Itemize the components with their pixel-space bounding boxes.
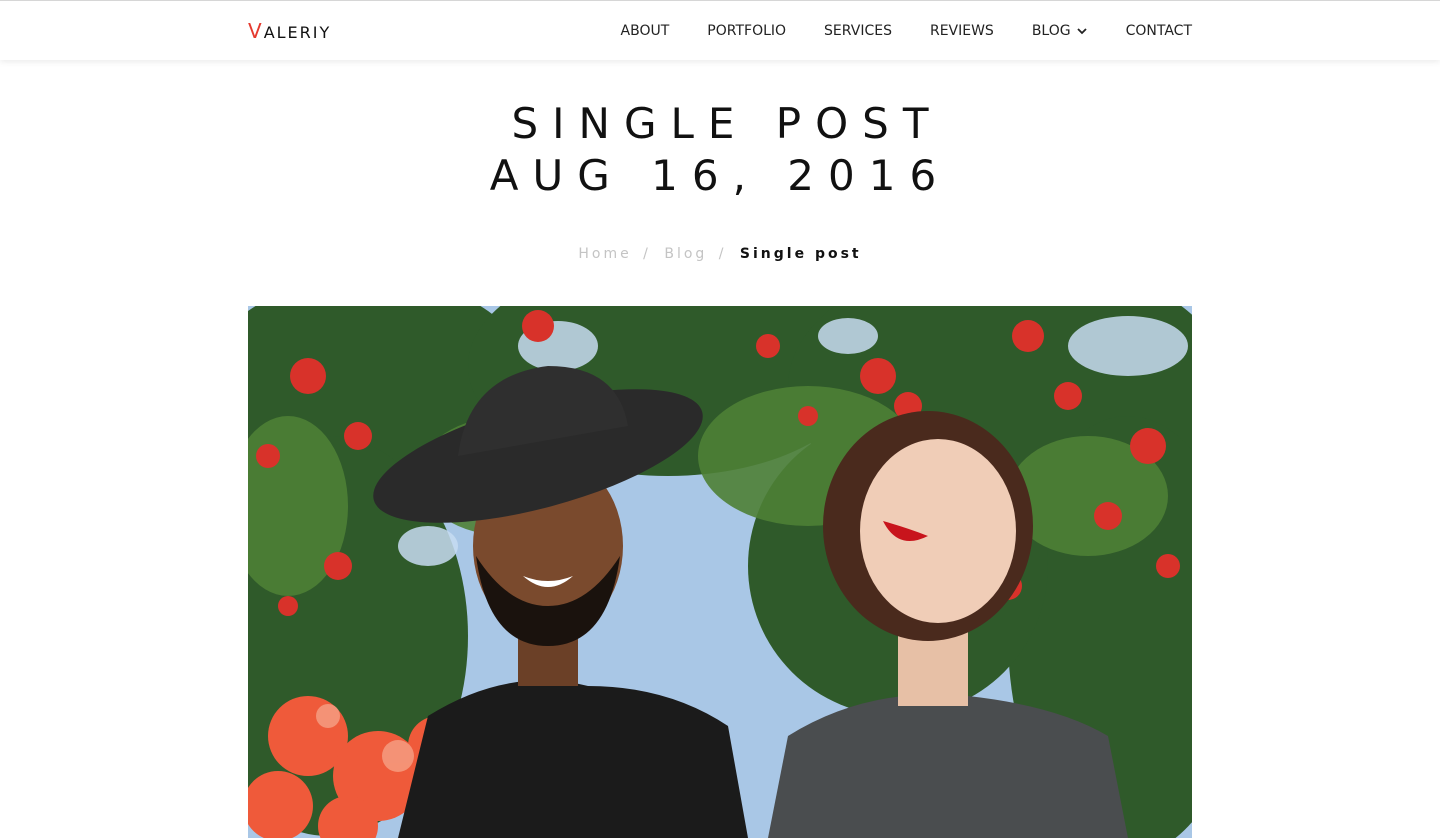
page-title: SINGLE POST AUG 16, 2016: [0, 98, 1440, 202]
page-title-line1: SINGLE POST: [511, 99, 943, 148]
logo-text: ALERIY: [263, 23, 332, 42]
nav-item-blog-label: BLOG: [1031, 23, 1071, 39]
breadcrumb-separator: /: [718, 246, 727, 262]
chevron-down-icon: [1076, 28, 1087, 35]
photo-image: [248, 306, 1192, 838]
breadcrumb-separator: /: [643, 246, 651, 262]
nav-item-services[interactable]: SERVICES: [824, 23, 892, 39]
nav-item-blog[interactable]: BLOG: [1032, 23, 1088, 39]
breadcrumb-home[interactable]: Home: [578, 246, 631, 262]
breadcrumb-current: Single post: [739, 246, 862, 262]
nav-item-about[interactable]: ABOUT: [621, 23, 670, 39]
logo-letter-v: V: [248, 19, 264, 43]
logo[interactable]: V ALERIY: [248, 19, 331, 43]
nav-item-portfolio[interactable]: PORTFOLIO: [707, 23, 786, 39]
site-header: V ALERIY ABOUT PORTFOLIO SERVICES REVIEW…: [0, 0, 1440, 60]
nav-item-reviews[interactable]: REVIEWS: [930, 23, 994, 39]
main-nav: ABOUT PORTFOLIO SERVICES REVIEWS BLOG CO…: [583, 1, 1192, 61]
nav-item-contact[interactable]: CONTACT: [1126, 23, 1192, 39]
page-title-line2: AUG 16, 2016: [489, 151, 951, 200]
hero-image: [248, 306, 1192, 838]
breadcrumb: Home / Blog / Single post: [0, 246, 1440, 262]
breadcrumb-blog[interactable]: Blog: [664, 246, 707, 262]
